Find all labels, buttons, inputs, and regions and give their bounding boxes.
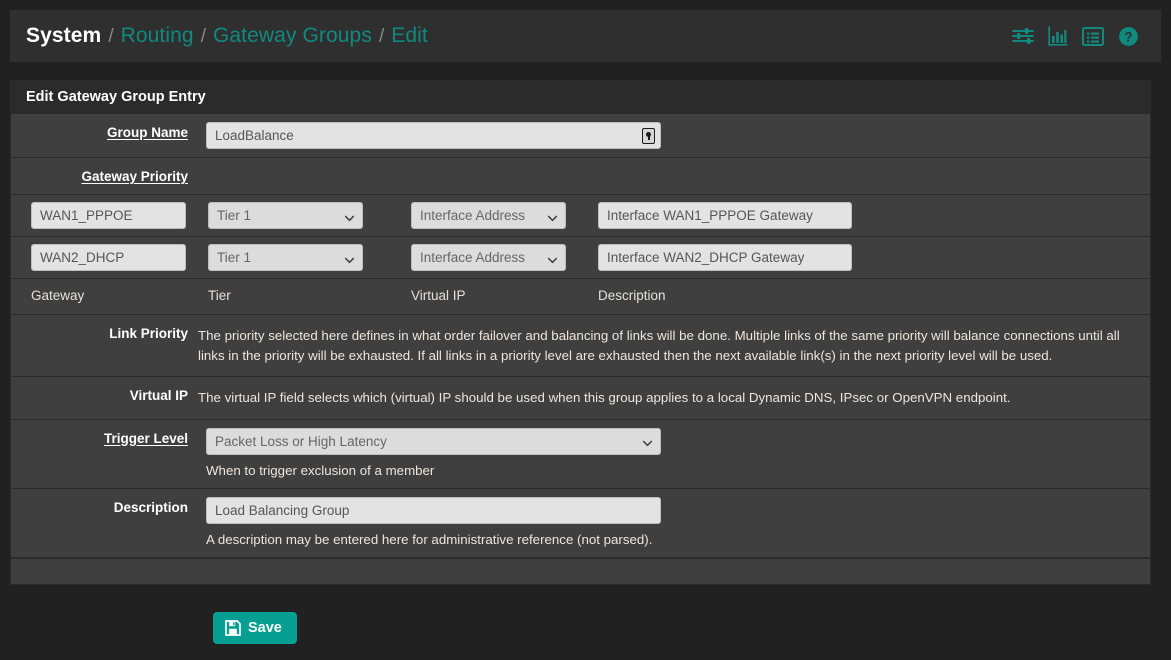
- description-label-col: Description: [11, 489, 198, 525]
- sliders-icon[interactable]: [1012, 26, 1034, 46]
- group-name-label-col: Group Name: [11, 114, 198, 150]
- tier-select-wrap-2: Tier 1: [208, 244, 363, 271]
- vip-select-wrap-2: Interface Address: [411, 244, 566, 271]
- top-navbar: System / Routing / Gateway Groups / Edit: [10, 10, 1161, 62]
- breadcrumb-item-gateway-groups[interactable]: Gateway Groups: [213, 24, 372, 48]
- breadcrumb-item-system[interactable]: System: [26, 24, 101, 48]
- password-manager-icon[interactable]: [642, 127, 655, 144]
- panel-title: Edit Gateway Group Entry: [11, 81, 1150, 114]
- panel-footer: [11, 557, 1150, 584]
- group-name-label: Group Name: [106, 125, 188, 140]
- gateway-priority-label-col: Gateway Priority: [11, 158, 198, 194]
- column-header-tier: Tier: [208, 288, 231, 303]
- group-name-input[interactable]: [206, 122, 661, 149]
- column-header-virtual-ip: Virtual IP: [411, 288, 466, 303]
- table-column-headers: Gateway Tier Virtual IP Description: [11, 279, 1150, 313]
- breadcrumb-item-edit[interactable]: Edit: [391, 24, 428, 48]
- panel-body: Group Name Gateway Priority: [11, 114, 1150, 584]
- vip-select-wrap-1: Interface Address: [411, 202, 566, 229]
- trigger-level-label-col: Trigger Level: [11, 420, 198, 456]
- gateway-name-cell-1: [31, 202, 194, 229]
- link-priority-help-text: The priority selected here defines in wh…: [198, 328, 1120, 363]
- virtual-ip-select-1[interactable]: Interface Address: [411, 202, 566, 229]
- form-row-link-priority: Link Priority The priority selected here…: [11, 315, 1150, 377]
- page-root: System / Routing / Gateway Groups / Edit: [0, 0, 1171, 660]
- list-icon[interactable]: [1082, 26, 1104, 46]
- tier-select-1[interactable]: Tier 1: [208, 202, 363, 229]
- help-circle-icon[interactable]: ?: [1118, 26, 1139, 47]
- tier-select-2[interactable]: Tier 1: [208, 244, 363, 271]
- save-icon: [225, 620, 241, 636]
- trigger-level-help-text: When to trigger exclusion of a member: [206, 462, 435, 478]
- column-header-gateway: Gateway: [31, 288, 85, 303]
- gateway-tier-cell-1: Tier 1: [208, 202, 371, 229]
- description-label: Description: [113, 499, 188, 515]
- link-priority-label-col: Link Priority: [11, 315, 198, 351]
- breadcrumb-item-routing[interactable]: Routing: [121, 24, 194, 48]
- gateway-row-2: Tier 1 Interface Address: [11, 237, 1150, 278]
- save-button[interactable]: Save: [213, 612, 297, 644]
- breadcrumb-separator: /: [378, 26, 385, 47]
- form-actions: Save: [10, 612, 1151, 644]
- gateway-vip-cell-2: Interface Address: [411, 244, 574, 271]
- gateway-name-cell-2: [31, 244, 194, 271]
- table-row: Tier 1 Interface Address: [11, 237, 1150, 279]
- description-help-text: A description may be entered here for ad…: [206, 531, 653, 547]
- gateway-description-input-2[interactable]: [598, 244, 852, 271]
- description-input[interactable]: [206, 496, 661, 524]
- group-name-control-col: [198, 114, 1150, 157]
- breadcrumb: System / Routing / Gateway Groups / Edit: [26, 24, 1012, 48]
- save-button-label: Save: [248, 620, 282, 636]
- virtual-ip-help-text: The virtual IP field selects which (virt…: [198, 390, 1011, 405]
- form-row-virtual-ip: Virtual IP The virtual IP field selects …: [11, 377, 1150, 420]
- gateway-description-cell-2: [598, 244, 860, 271]
- navbar-icons: ?: [1012, 26, 1147, 47]
- virtual-ip-select-2[interactable]: Interface Address: [411, 244, 566, 271]
- gateway-vip-cell-1: Interface Address: [411, 202, 574, 229]
- trigger-level-label: Trigger Level: [103, 430, 188, 446]
- form-row-trigger-level: Trigger Level Packet Loss or High Latenc…: [11, 420, 1150, 489]
- group-name-input-wrap: [206, 122, 661, 149]
- gateway-name-input-2[interactable]: [31, 244, 186, 271]
- gateway-priority-label: Gateway Priority: [81, 169, 188, 184]
- gateway-priority-spacer: [198, 158, 1150, 174]
- trigger-level-select[interactable]: Packet Loss or High Latency: [206, 427, 661, 455]
- virtual-ip-label-col: Virtual IP: [11, 377, 198, 413]
- virtual-ip-label: Virtual IP: [129, 388, 188, 403]
- gateway-tier-cell-2: Tier 1: [208, 244, 371, 271]
- description-control-col: A description may be entered here for ad…: [198, 489, 1150, 557]
- form-row-gateway-priority-header: Gateway Priority: [11, 158, 1150, 195]
- gateway-name-input-1[interactable]: [31, 202, 186, 229]
- breadcrumb-separator: /: [200, 26, 206, 47]
- gateway-row-1: Tier 1 Interface Address: [11, 195, 1150, 236]
- table-row: Tier 1 Interface Address: [11, 195, 1150, 237]
- trigger-level-control-col: Packet Loss or High Latency When to trig…: [198, 420, 1150, 488]
- table-column-headers-row: Gateway Tier Virtual IP Description: [11, 279, 1150, 315]
- form-row-description: Description A description may be entered…: [11, 489, 1150, 558]
- tier-select-wrap-1: Tier 1: [208, 202, 363, 229]
- svg-text:?: ?: [1124, 29, 1132, 44]
- link-priority-label: Link Priority: [109, 326, 188, 341]
- chart-bar-icon[interactable]: [1048, 26, 1068, 46]
- gateway-description-cell-1: [598, 202, 860, 229]
- form-row-group-name: Group Name: [11, 114, 1150, 158]
- edit-gateway-group-panel: Edit Gateway Group Entry Group Name Gate…: [10, 80, 1151, 585]
- trigger-level-select-wrap: Packet Loss or High Latency: [206, 427, 661, 455]
- column-header-description: Description: [598, 288, 666, 303]
- gateway-description-input-1[interactable]: [598, 202, 852, 229]
- breadcrumb-separator: /: [108, 26, 114, 47]
